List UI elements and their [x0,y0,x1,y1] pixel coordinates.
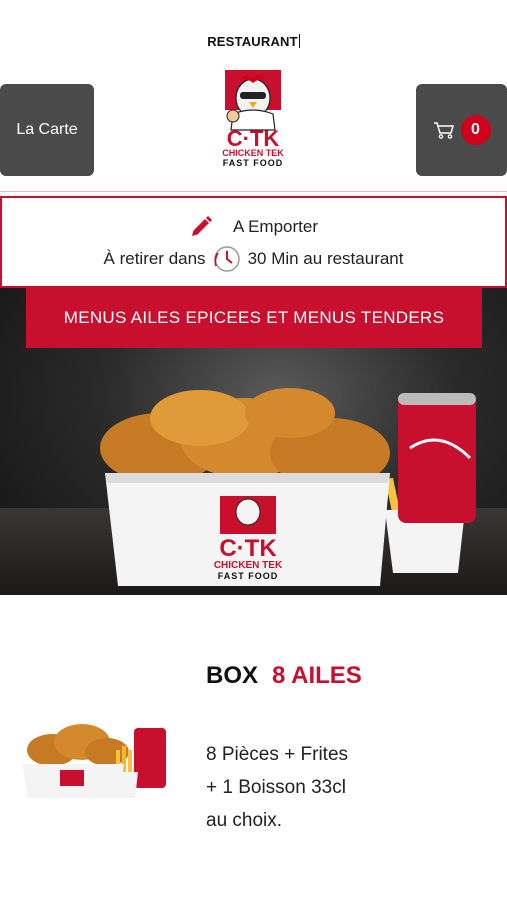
order-mode-label: A Emporter [232,217,319,236]
product-thumbnail [22,724,166,798]
product-name-part1: BOX [206,662,259,689]
page-title-text: RESTAURANT [207,34,298,49]
logo-line2-text: FAST FOOD [223,158,284,168]
category-title-text: MENUS AILES EPICEES ET MENUS TENDERS [63,308,445,327]
product-name: BOX 8 AILES [206,662,362,690]
cart-icon [433,122,454,139]
menu-button[interactable]: La Carte [0,84,94,176]
menu-button-label: La Carte [16,121,78,138]
cart-button[interactable]: 0 [416,84,507,176]
text-cursor [298,34,300,48]
header-divider [0,191,507,192]
box-logo-line2: FAST FOOD [218,571,279,581]
product-name-part2: 8 AILES [272,662,362,689]
product-desc-line: + 1 Boisson 33cl [206,777,346,798]
pickup-prefix: À retirer dans [103,249,206,268]
cola-can-icon [398,393,476,523]
category-title[interactable]: MENUS AILES EPICEES ET MENUS TENDERS [26,288,482,348]
product-card[interactable]: BOX 8 AILES 8 Pièces + Frites + 1 Boisson… [0,640,507,860]
product-description: 8 Pièces + Frites + 1 Boisson 33cl au ch… [206,738,348,837]
chicken-mascot-icon: C·TK CHICKEN TEK FAST FOOD [222,70,284,168]
product-desc-line: au choix. [206,810,283,831]
pencil-icon [191,216,212,236]
pickup-suffix: 30 Min au restaurant [247,249,404,268]
box-logo-line1: CHICKEN TEK [214,560,283,571]
page-title: RESTAURANT [0,34,507,49]
header: La Carte C·TK CHICKEN TEK FAST FOOD 0 [0,70,507,184]
logo-line1-text: CHICKEN TEK [222,148,284,158]
product-desc-line: 8 Pièces + Frites [206,744,349,765]
category-banner[interactable]: C·TK CHICKEN TEK FAST FOOD MENUS AILES E… [0,288,507,595]
order-mode-row: A Emporter [2,215,505,239]
pickup-time-row: À retirer dans 30 Min au restaurant [2,244,505,274]
order-mode-box[interactable]: A Emporter À retirer dans 30 Min au rest… [0,196,507,288]
clock-icon [213,246,240,272]
cart-count-badge: 0 [460,115,491,145]
restaurant-logo[interactable]: C·TK CHICKEN TEK FAST FOOD [203,70,303,170]
box-logo-main: C·TK [219,535,277,562]
